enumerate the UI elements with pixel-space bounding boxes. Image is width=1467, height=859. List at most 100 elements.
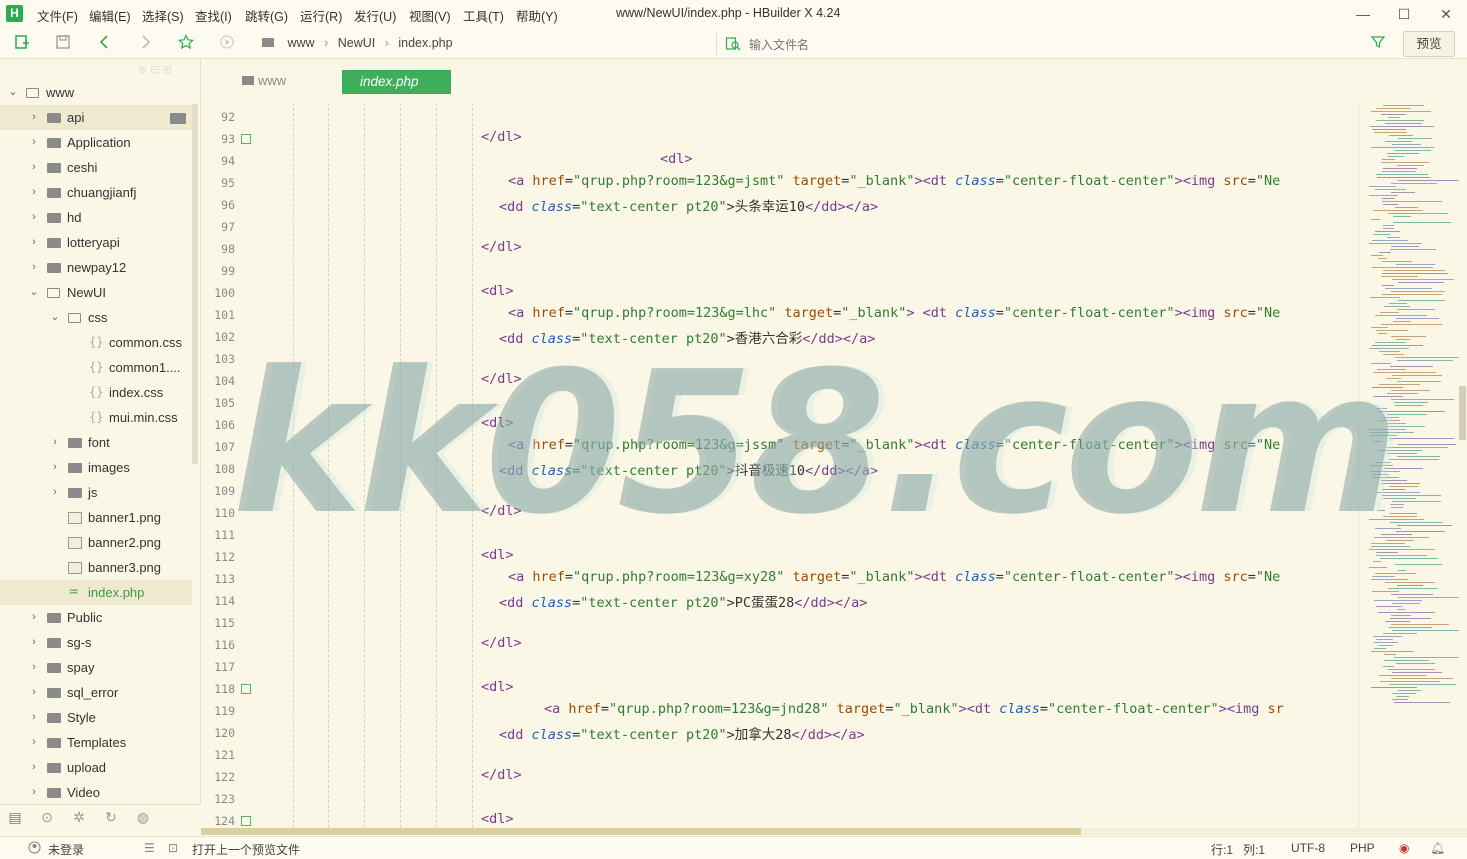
- sidebar-item-font[interactable]: › font: [0, 430, 192, 455]
- chevron-right-icon[interactable]: ›: [29, 755, 39, 780]
- maximize-button[interactable]: ☐: [1383, 2, 1425, 26]
- code-editor[interactable]: 92 93 94 95 96 97 98 99 100 101 102 103 104 105 106 107…: [201, 103, 1358, 828]
- sidebar-item-sg-s[interactable]: › sg-s: [0, 630, 192, 655]
- breadcrumb-file[interactable]: index.php: [398, 36, 452, 50]
- breadcrumb-newui[interactable]: NewUI: [338, 36, 376, 50]
- menu-tools[interactable]: 工具(T): [463, 6, 504, 25]
- sidebar-scrollbar[interactable]: [192, 104, 198, 464]
- chevron-right-icon[interactable]: ›: [29, 705, 39, 730]
- binoculars-icon[interactable]: ⊙: [38, 808, 56, 826]
- chevron-right-icon[interactable]: ›: [29, 605, 39, 630]
- chevron-right-icon[interactable]: ›: [29, 230, 39, 255]
- sidebar-item-templates[interactable]: › Templates: [0, 730, 192, 755]
- login-status[interactable]: 未登录: [48, 841, 84, 858]
- filter-icon[interactable]: [1370, 35, 1386, 52]
- chevron-down-icon[interactable]: ⌄: [29, 280, 39, 305]
- menu-find[interactable]: 查找(I): [195, 6, 232, 25]
- terminal-icon[interactable]: ⊡: [168, 841, 178, 855]
- bell-icon[interactable]: 🔔︎: [1430, 841, 1445, 855]
- sidebar-item-upload[interactable]: › upload: [0, 755, 192, 780]
- open-folder-icon[interactable]: [170, 113, 186, 124]
- chevron-right-icon[interactable]: ›: [50, 430, 60, 455]
- notification-dot-icon[interactable]: ◉: [1399, 841, 1409, 855]
- sidebar-item-banner2[interactable]: banner2.png: [0, 530, 192, 555]
- sidebar-item-index-php[interactable]: ♒ index.php: [0, 580, 192, 605]
- cursor-col[interactable]: 列:1: [1243, 841, 1265, 858]
- sidebar-item-images[interactable]: › images: [0, 455, 192, 480]
- vertical-scrollbar[interactable]: [1459, 386, 1466, 440]
- sidebar-item-mui-min-css[interactable]: {} mui.min.css: [0, 405, 192, 430]
- menu-help[interactable]: 帮助(Y): [516, 6, 558, 25]
- chevron-right-icon[interactable]: ›: [29, 730, 39, 755]
- star-icon[interactable]: [176, 34, 196, 52]
- menu-publish[interactable]: 发行(U): [354, 6, 396, 25]
- fold-marker-icon[interactable]: [241, 134, 251, 144]
- sidebar-item-banner1[interactable]: banner1.png: [0, 505, 192, 530]
- tab-folder-www[interactable]: www: [242, 73, 286, 88]
- sidebar-item-newui[interactable]: ⌄ NewUI: [0, 280, 192, 305]
- sidebar-item-css[interactable]: ⌄ css: [0, 305, 192, 330]
- fold-marker-icon[interactable]: [241, 684, 251, 694]
- forward-icon[interactable]: [135, 34, 155, 52]
- git-icon[interactable]: ↻: [102, 808, 120, 826]
- sidebar-item-index-css[interactable]: {} index.css: [0, 380, 192, 405]
- menu-edit[interactable]: 编辑(E): [89, 6, 131, 25]
- sidebar-item-lotteryapi[interactable]: › lotteryapi: [0, 230, 192, 255]
- run-icon[interactable]: [217, 34, 237, 52]
- chevron-right-icon[interactable]: ›: [29, 255, 39, 280]
- minimize-button[interactable]: —: [1342, 2, 1384, 26]
- sidebar-item-spay[interactable]: › spay: [0, 655, 192, 680]
- minimap[interactable]: [1358, 103, 1467, 828]
- sidebar-item-sql-error[interactable]: › sql_error: [0, 680, 192, 705]
- sidebar-item-application[interactable]: › Application: [0, 130, 192, 155]
- chevron-right-icon[interactable]: ›: [50, 455, 60, 480]
- sidebar-item-chuangjianfj[interactable]: › chuangjianfj: [0, 180, 192, 205]
- breadcrumb-www[interactable]: www: [287, 36, 314, 50]
- preview-button[interactable]: 预览: [1403, 31, 1455, 57]
- sidebar-item-video[interactable]: › Video: [0, 780, 192, 804]
- chevron-right-icon[interactable]: ›: [29, 205, 39, 230]
- menu-view[interactable]: 视图(V): [409, 6, 451, 25]
- chevron-right-icon[interactable]: ›: [29, 155, 39, 180]
- save-icon[interactable]: [53, 34, 73, 52]
- sidebar-item-newpay12[interactable]: › newpay12: [0, 255, 192, 280]
- chevron-right-icon[interactable]: ›: [29, 105, 39, 130]
- encoding[interactable]: UTF-8: [1291, 841, 1325, 855]
- sidebar-item-style[interactable]: › Style: [0, 705, 192, 730]
- preview-hint[interactable]: 打开上一个预览文件: [192, 841, 300, 858]
- horizontal-scrollbar[interactable]: [201, 828, 1081, 835]
- sidebar-item-js[interactable]: › js: [0, 480, 192, 505]
- sidebar-item-hd[interactable]: › hd: [0, 205, 192, 230]
- menu-goto[interactable]: 跳转(G): [245, 6, 288, 25]
- chevron-right-icon[interactable]: ›: [29, 630, 39, 655]
- chevron-right-icon[interactable]: ›: [29, 180, 39, 205]
- chevron-right-icon[interactable]: ›: [29, 780, 39, 804]
- menu-file[interactable]: 文件(F): [37, 6, 78, 25]
- language-mode[interactable]: PHP: [1350, 841, 1375, 855]
- globe-icon[interactable]: ◍: [134, 808, 152, 826]
- explorer-icon[interactable]: ▤: [6, 808, 24, 826]
- back-icon[interactable]: [95, 34, 115, 52]
- chevron-down-icon[interactable]: ⌄: [50, 305, 60, 330]
- sidebar-item-ceshi[interactable]: › ceshi: [0, 155, 192, 180]
- sidebar-item-api[interactable]: › api: [0, 105, 192, 130]
- bug-icon[interactable]: ✲: [70, 808, 88, 826]
- fold-marker-icon[interactable]: [241, 816, 251, 826]
- tab-index-php[interactable]: index.php: [342, 70, 451, 94]
- chevron-right-icon[interactable]: ›: [29, 130, 39, 155]
- chevron-right-icon[interactable]: ›: [29, 680, 39, 705]
- file-search-input[interactable]: [747, 35, 1351, 55]
- new-file-icon[interactable]: [12, 34, 32, 52]
- sidebar-item-public[interactable]: › Public: [0, 605, 192, 630]
- list-icon[interactable]: ☰: [144, 841, 155, 855]
- close-button[interactable]: ✕: [1425, 2, 1467, 26]
- menu-select[interactable]: 选择(S): [142, 6, 184, 25]
- sidebar-item-common-css[interactable]: {} common.css: [0, 330, 192, 355]
- cursor-row[interactable]: 行:1: [1211, 841, 1233, 858]
- menu-run[interactable]: 运行(R): [300, 6, 342, 25]
- sidebar-item-common1-css[interactable]: {} common1....: [0, 355, 192, 380]
- chevron-right-icon[interactable]: ›: [50, 480, 60, 505]
- user-icon[interactable]: [28, 841, 41, 857]
- chevron-right-icon[interactable]: ›: [29, 655, 39, 680]
- sidebar-item-banner3[interactable]: banner3.png: [0, 555, 192, 580]
